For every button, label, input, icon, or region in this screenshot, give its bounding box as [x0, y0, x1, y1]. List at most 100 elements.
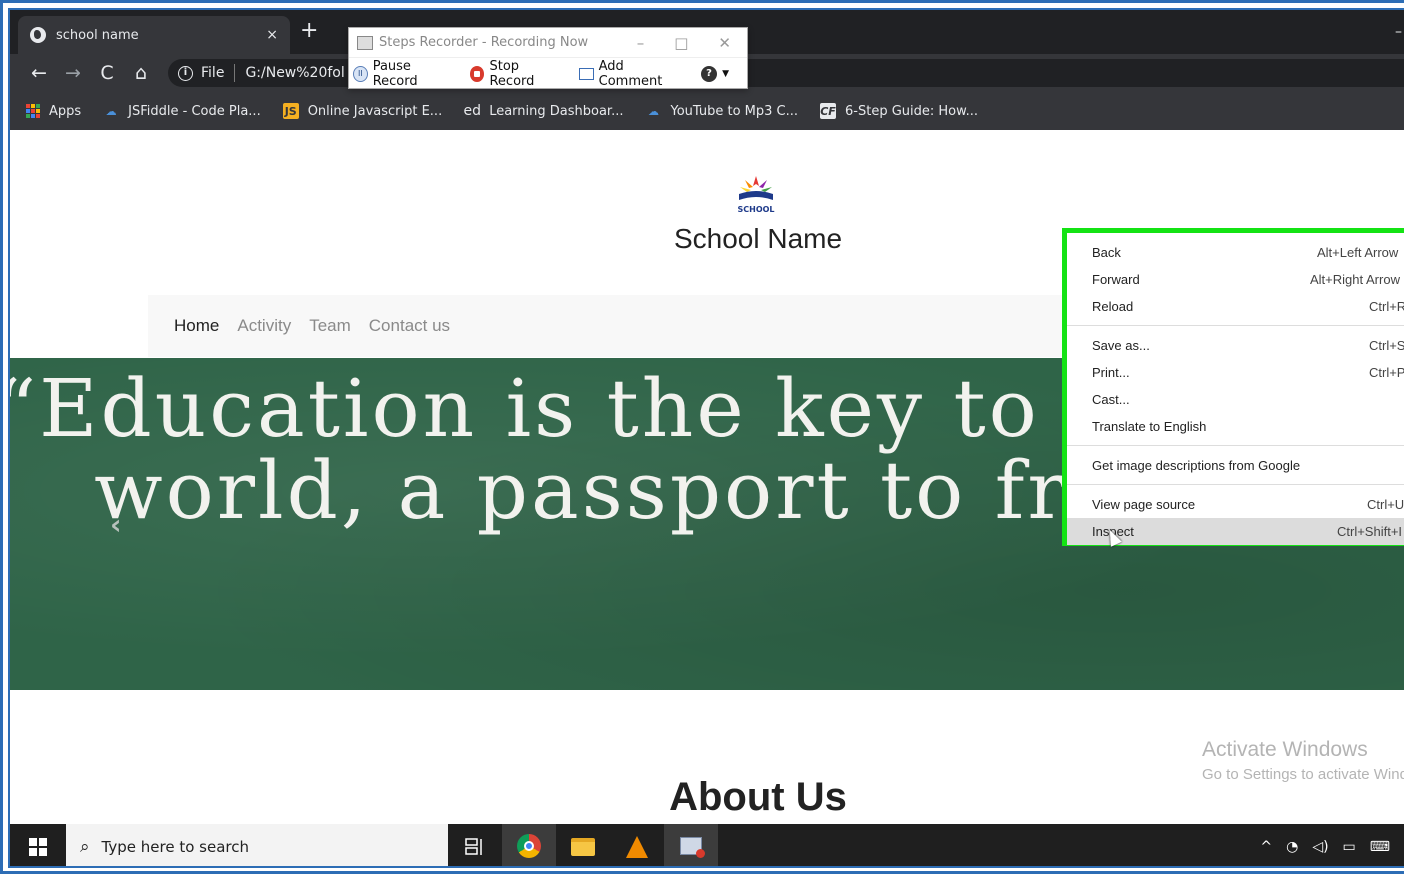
help-icon: ? [701, 65, 718, 82]
menu-label: Save as... [1092, 338, 1150, 353]
taskbar-chrome[interactable] [502, 824, 556, 866]
menu-item-cast[interactable]: Cast... [1067, 386, 1404, 413]
battery-icon[interactable]: ▭ [1343, 839, 1356, 855]
windows-taskbar: ⌕ Type here to search ^ ◔ ◁) ▭ ⌨ [10, 824, 1404, 866]
bookmarks-bar: Apps ☁ JSFiddle - Code Pla... JS Online … [10, 92, 1404, 130]
window-minimize-button[interactable]: – [1395, 24, 1402, 40]
keyboard-icon[interactable]: ⌨ [1370, 839, 1390, 855]
cloud-icon: ☁ [105, 104, 117, 118]
menu-divider [1067, 325, 1404, 326]
nav-home[interactable]: Home [174, 316, 219, 336]
nav-activity[interactable]: Activity [237, 316, 291, 336]
bookmark-6-step-guide[interactable]: CF 6-Step Guide: How... [820, 103, 978, 119]
menu-item-save-as[interactable]: Save as... Ctrl+S [1067, 332, 1404, 359]
apps-grid-icon [26, 104, 40, 118]
menu-shortcut: Ctrl+Shift+I [1337, 524, 1403, 539]
add-comment-button[interactable]: Add Comment [578, 58, 683, 89]
back-button[interactable]: ← [22, 62, 56, 84]
bookmark-label: Online Javascript E... [307, 103, 443, 119]
menu-label: Print... [1092, 365, 1130, 380]
bookmark-online-js[interactable]: JS Online Javascript E... [282, 103, 443, 119]
menu-divider [1067, 484, 1404, 485]
stop-record-label: Stop Record [489, 58, 535, 89]
menu-item-image-descriptions[interactable]: Get image descriptions from Google [1067, 452, 1404, 479]
menu-divider [1067, 445, 1404, 446]
bookmark-youtube-mp3[interactable]: ☁ YouTube to Mp3 C... [645, 103, 798, 119]
add-comment-label: Add Comment [598, 58, 663, 89]
url-text[interactable]: G:/New%20fol [245, 65, 344, 81]
browser-tab[interactable]: school name × [18, 16, 290, 54]
minimize-button[interactable]: – [637, 34, 645, 52]
window-controls: – □ ✕ [637, 34, 747, 52]
bookmark-jsfiddle[interactable]: ☁ JSFiddle - Code Pla... [103, 103, 261, 119]
menu-item-view-source[interactable]: View page source Ctrl+U [1067, 491, 1404, 518]
context-menu: Back Alt+Left Arrow Forward Alt+Right Ar… [1062, 228, 1404, 546]
pause-record-button[interactable]: II Pause Record [353, 59, 452, 89]
pause-record-label: Pause Record [372, 58, 418, 89]
close-button[interactable]: ✕ [718, 34, 731, 52]
stop-record-button[interactable]: Stop Record [469, 58, 561, 89]
scheme-label: File [201, 65, 225, 81]
info-icon[interactable]: i [178, 65, 193, 81]
watermark-line-2: Go to Settings to activate Windows. [1202, 766, 1404, 783]
menu-item-back[interactable]: Back Alt+Left Arrow [1067, 239, 1404, 266]
start-button[interactable] [10, 824, 66, 866]
js-icon: JS [282, 103, 299, 119]
comment-icon [578, 67, 594, 80]
chrome-icon [517, 834, 541, 858]
menu-item-translate[interactable]: Translate to English [1067, 413, 1404, 440]
nav-team[interactable]: Team [309, 316, 351, 336]
volume-icon[interactable]: ◁) [1312, 839, 1328, 855]
menu-item-print[interactable]: Print... Ctrl+P [1067, 359, 1404, 386]
nav-contact-us[interactable]: Contact us [369, 316, 450, 336]
forward-button[interactable]: → [56, 62, 90, 84]
reload-button[interactable]: C [90, 62, 124, 84]
activate-windows-watermark: Activate Windows Go to Settings to activ… [1202, 738, 1404, 783]
vlc-icon [626, 836, 648, 858]
help-button[interactable]: ? ▼ [701, 65, 729, 82]
globe-icon [30, 27, 46, 43]
chevron-up-icon[interactable]: ^ [1260, 839, 1272, 855]
steps-recorder-icon [680, 837, 705, 858]
bookmark-label: YouTube to Mp3 C... [670, 103, 799, 119]
bookmark-apps[interactable]: Apps [26, 104, 81, 119]
wifi-icon[interactable]: ◔ [1286, 839, 1298, 855]
search-icon: ⌕ [80, 837, 90, 857]
steps-recorder-title: Steps Recorder - Recording Now [379, 35, 589, 50]
menu-item-reload[interactable]: Reload Ctrl+R [1067, 293, 1404, 320]
menu-shortcut: Alt+Right Arrow [1310, 272, 1400, 287]
chevron-down-icon: ▼ [722, 68, 729, 79]
school-logo: SCHOOL [737, 176, 775, 214]
cf-icon: CF [820, 103, 837, 119]
taskbar-vlc[interactable] [610, 824, 664, 866]
menu-label: View page source [1092, 497, 1196, 512]
menu-item-forward[interactable]: Forward Alt+Right Arrow [1067, 266, 1404, 293]
tab-close-icon[interactable]: × [266, 27, 278, 43]
menu-label: Back [1092, 245, 1121, 260]
menu-label: Get image descriptions from Google [1092, 458, 1301, 473]
menu-shortcut: Ctrl+P [1369, 365, 1404, 380]
taskbar-steps-recorder[interactable] [664, 824, 718, 866]
bookmark-label: Learning Dashboar... [489, 103, 624, 119]
cloud-upload-icon: ☁ [647, 104, 659, 118]
menu-shortcut: Ctrl+U [1367, 497, 1404, 512]
search-placeholder: Type here to search [101, 838, 249, 856]
desktop: school name × + – ← → C ⌂ i File G:/New%… [8, 8, 1404, 868]
carousel-prev-icon[interactable]: ‹ [110, 508, 122, 541]
new-tab-button[interactable]: + [300, 20, 318, 42]
steps-recorder-titlebar: Steps Recorder - Recording Now – □ ✕ [349, 28, 747, 58]
omnibox-divider [234, 64, 236, 82]
ed-icon: ed [463, 103, 481, 119]
bookmark-label: 6-Step Guide: How... [845, 103, 978, 119]
task-view-button[interactable] [448, 824, 502, 866]
menu-label: Reload [1092, 299, 1134, 314]
taskbar-file-explorer[interactable] [556, 824, 610, 866]
taskbar-search-box[interactable]: ⌕ Type here to search [66, 824, 448, 866]
steps-recorder-icon [357, 35, 373, 50]
bookmark-learning-dashboard[interactable]: ed Learning Dashboar... [463, 103, 624, 119]
menu-label: Translate to English [1092, 419, 1207, 434]
maximize-button[interactable]: □ [674, 34, 688, 52]
home-button[interactable]: ⌂ [124, 62, 158, 84]
stop-icon [469, 65, 485, 82]
menu-label: Forward [1092, 272, 1140, 287]
